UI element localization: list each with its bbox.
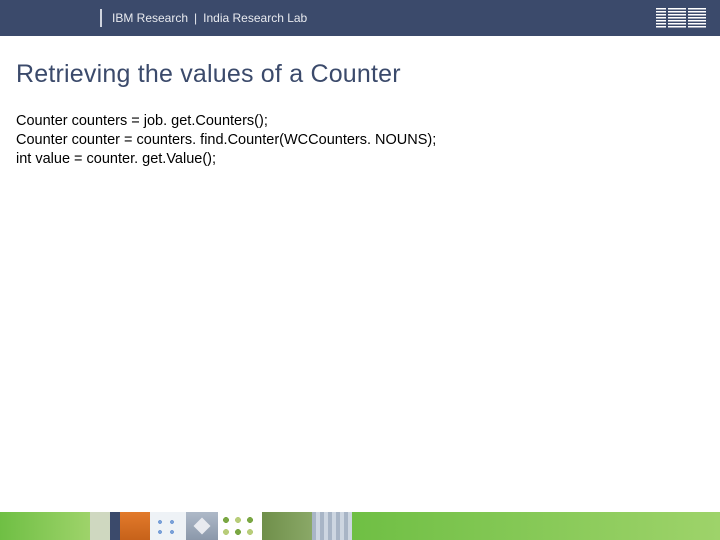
footer-segment — [110, 512, 120, 540]
footer-segment — [352, 512, 720, 540]
ibm-logo — [656, 8, 706, 28]
code-line: int value = counter. get.Value(); — [16, 150, 436, 169]
footer-segment — [262, 512, 312, 540]
footer-segment — [312, 512, 352, 540]
code-line: Counter counter = counters. find.Counter… — [16, 131, 436, 150]
code-line: Counter counters = job. get.Counters(); — [16, 112, 436, 131]
header-lab: India Research Lab — [203, 11, 307, 25]
slide-footer-graphic — [0, 512, 720, 540]
footer-segment — [0, 512, 90, 540]
footer-segment — [218, 512, 262, 540]
footer-segment — [90, 512, 110, 540]
header-separator: | — [194, 11, 197, 25]
footer-segment — [150, 512, 186, 540]
slide-title: Retrieving the values of a Counter — [16, 60, 401, 89]
code-block: Counter counters = job. get.Counters(); … — [16, 112, 436, 169]
footer-segment — [120, 512, 150, 540]
slide-header: IBM Research | India Research Lab — [0, 0, 720, 36]
header-divider — [100, 9, 102, 27]
header-org: IBM Research — [112, 11, 188, 25]
ibm-logo-icon — [656, 8, 706, 28]
footer-segment — [186, 512, 218, 540]
